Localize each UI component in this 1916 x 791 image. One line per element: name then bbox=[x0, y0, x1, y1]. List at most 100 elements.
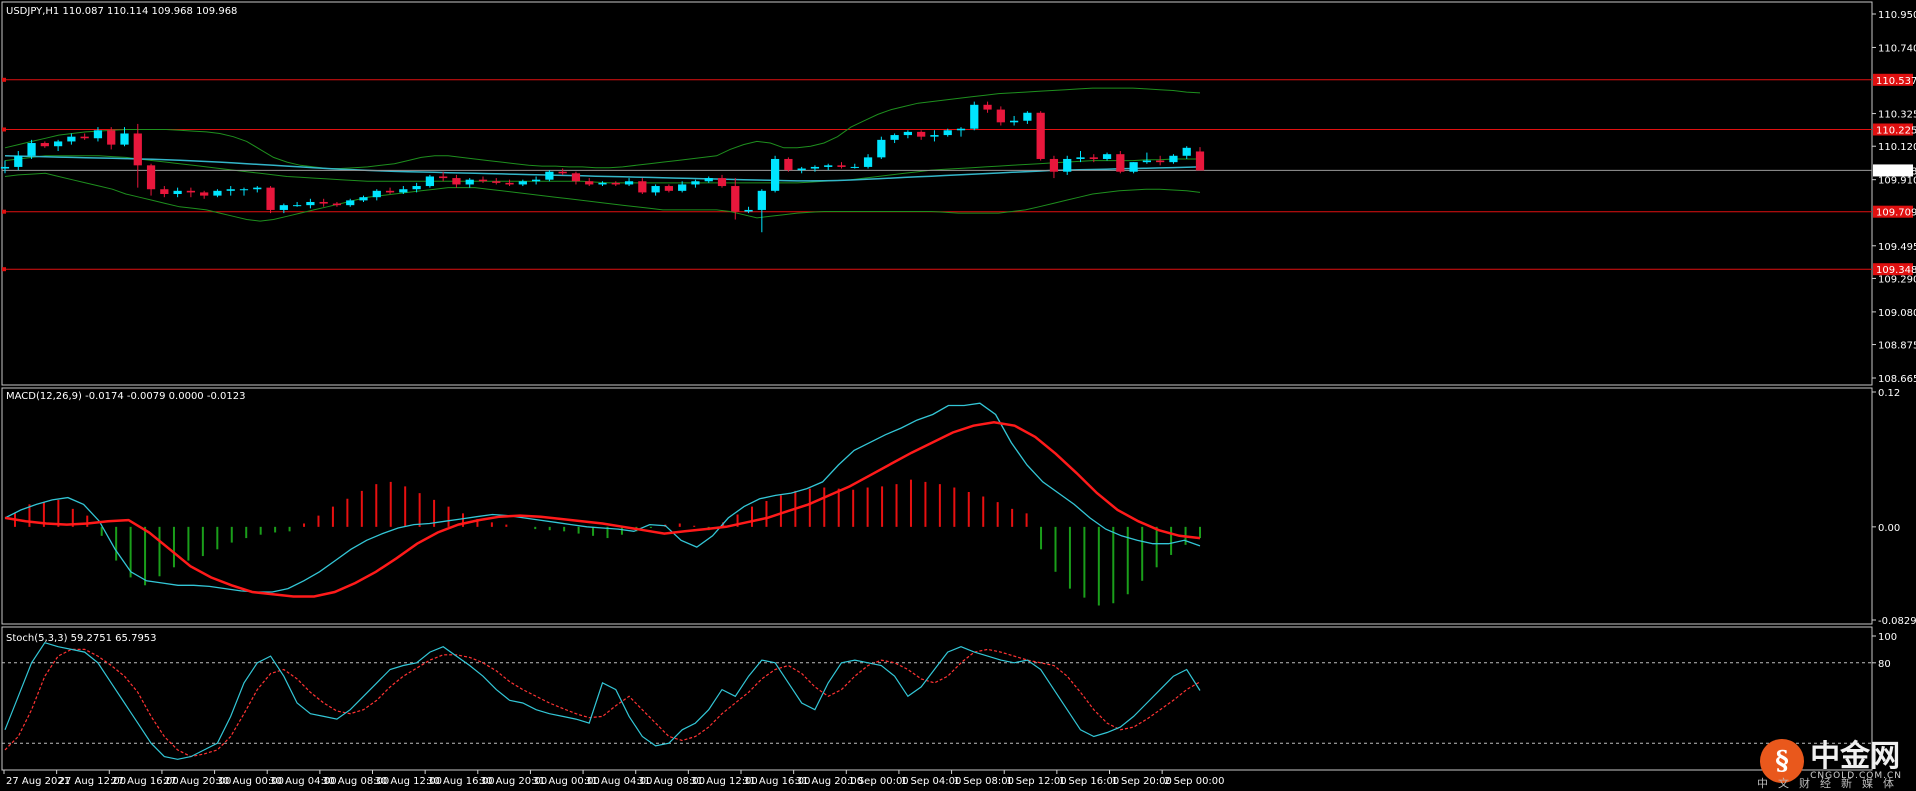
candle-body bbox=[346, 200, 355, 206]
candle-body bbox=[40, 143, 49, 147]
price-panel-frame bbox=[1, 1, 1873, 386]
candle-body bbox=[1156, 160, 1165, 163]
level-marker bbox=[2, 127, 6, 132]
candle-body bbox=[704, 178, 713, 182]
bollinger-lower-line bbox=[4, 172, 1201, 222]
candle-body bbox=[996, 109, 1005, 123]
time-axis-label: 1 Sep 12:00 bbox=[1006, 776, 1066, 787]
candle-body bbox=[651, 186, 660, 193]
candle-body bbox=[824, 165, 833, 167]
time-axis-label: 2 Sep 00:00 bbox=[1164, 776, 1224, 787]
candle-body bbox=[571, 173, 581, 182]
candle-body bbox=[837, 165, 846, 167]
macd-line bbox=[4, 402, 1201, 593]
macd-signal-line bbox=[4, 421, 1201, 598]
candle-body bbox=[1076, 157, 1085, 159]
macd-title: MACD(12,26,9) -0.0174 -0.0079 0.0000 -0.… bbox=[6, 391, 245, 402]
candle-body bbox=[678, 184, 687, 191]
candle-body bbox=[213, 190, 222, 196]
moving-average-line bbox=[4, 155, 1201, 182]
price-axis-label: 109.080 bbox=[1878, 308, 1916, 319]
candle-body bbox=[877, 139, 886, 158]
candle-body bbox=[757, 190, 766, 210]
candle-body bbox=[239, 189, 249, 191]
candle-body bbox=[558, 171, 567, 174]
macd-panel-frame bbox=[1, 387, 1873, 625]
candle-body bbox=[319, 201, 328, 204]
price-axis-label: 110.740 bbox=[1878, 43, 1916, 54]
level-price-label: 110.225 bbox=[1876, 125, 1916, 136]
candle-body bbox=[133, 133, 142, 166]
bollinger-upper-line bbox=[4, 87, 1201, 169]
candle-body bbox=[146, 165, 156, 190]
price-axis-label: 108.665 bbox=[1878, 374, 1916, 385]
candle-body bbox=[478, 179, 488, 182]
stoch-axis-label: 80 bbox=[1878, 659, 1891, 670]
candle-body bbox=[983, 104, 992, 110]
time-axis-label: 1 Sep 16:00 bbox=[1059, 776, 1119, 787]
time-axis: 27 Aug 202127 Aug 12:0027 Aug 16:0027 Au… bbox=[3, 770, 1225, 787]
candle-body bbox=[638, 181, 647, 193]
candle-body bbox=[505, 182, 514, 185]
candle-body bbox=[120, 133, 129, 145]
price-axis-label: 110.120 bbox=[1878, 142, 1916, 153]
candle-body bbox=[890, 135, 899, 140]
candle-body bbox=[226, 189, 235, 191]
candle-body bbox=[545, 171, 554, 180]
candle-body bbox=[253, 187, 262, 190]
time-axis-label: 1 Sep 04:00 bbox=[901, 776, 961, 787]
candle-body bbox=[492, 181, 501, 183]
macd-axis-label: 0.00 bbox=[1878, 523, 1900, 534]
price-panel[interactable]: 110.537110.225109.709109.348109.968110.9… bbox=[0, 10, 1916, 385]
candle-body bbox=[1169, 155, 1178, 163]
level-marker bbox=[2, 77, 6, 82]
candle-body bbox=[465, 179, 474, 185]
candle-body bbox=[412, 186, 421, 190]
candle-body bbox=[903, 131, 913, 136]
candle-body bbox=[611, 182, 620, 185]
level-price-label: 109.709 bbox=[1876, 208, 1916, 219]
macd-panel[interactable]: 0.12 0.00 -0.0829 bbox=[4, 388, 1916, 627]
candle-body bbox=[1142, 160, 1152, 163]
price-axis-label: 110.325 bbox=[1878, 110, 1916, 121]
watermark-name: 中金网 bbox=[1810, 738, 1901, 774]
candle-body bbox=[1049, 158, 1059, 172]
candle-body bbox=[1182, 147, 1191, 156]
level-marker bbox=[2, 267, 6, 272]
macd-axis-label: -0.0829 bbox=[1878, 616, 1916, 627]
candle-body bbox=[917, 131, 926, 137]
stoch-panel-frame bbox=[1, 626, 1873, 771]
candle-body bbox=[956, 128, 966, 131]
candle-body bbox=[1036, 112, 1045, 159]
price-title: USDJPY,H1 110.087 110.114 109.968 109.96… bbox=[6, 6, 237, 17]
candle-body bbox=[332, 203, 342, 206]
candle-body bbox=[425, 176, 435, 187]
chart-stage[interactable]: 110.537110.225109.709109.348109.968110.9… bbox=[0, 0, 1916, 789]
candle-body bbox=[452, 178, 461, 185]
candle-body bbox=[863, 157, 873, 167]
candle-body bbox=[14, 155, 23, 167]
candle-body bbox=[1116, 154, 1125, 172]
candle-body bbox=[385, 190, 395, 193]
candle-body bbox=[810, 166, 820, 169]
time-axis-label: 1 Sep 20:00 bbox=[1112, 776, 1172, 787]
stoch-axis-label: 100 bbox=[1878, 632, 1897, 643]
candle-body bbox=[1009, 120, 1019, 123]
candle-body bbox=[797, 168, 806, 171]
candle-body bbox=[850, 166, 859, 168]
stoch-k-line bbox=[4, 641, 1201, 760]
stoch-panel[interactable]: 100 80 bbox=[2, 632, 1897, 760]
candle-body bbox=[691, 181, 700, 185]
candle-body bbox=[531, 179, 541, 182]
candle-body bbox=[359, 197, 368, 201]
candle-body bbox=[306, 201, 315, 206]
candle-body bbox=[1195, 151, 1205, 171]
candle-body bbox=[585, 181, 594, 185]
level-marker bbox=[2, 209, 6, 214]
price-axis-label: 109.290 bbox=[1878, 274, 1916, 285]
candle-body bbox=[664, 186, 674, 191]
candle-body bbox=[1102, 154, 1112, 159]
candle-body bbox=[200, 192, 209, 196]
candle-body bbox=[1063, 158, 1072, 172]
candle-body bbox=[970, 104, 979, 129]
